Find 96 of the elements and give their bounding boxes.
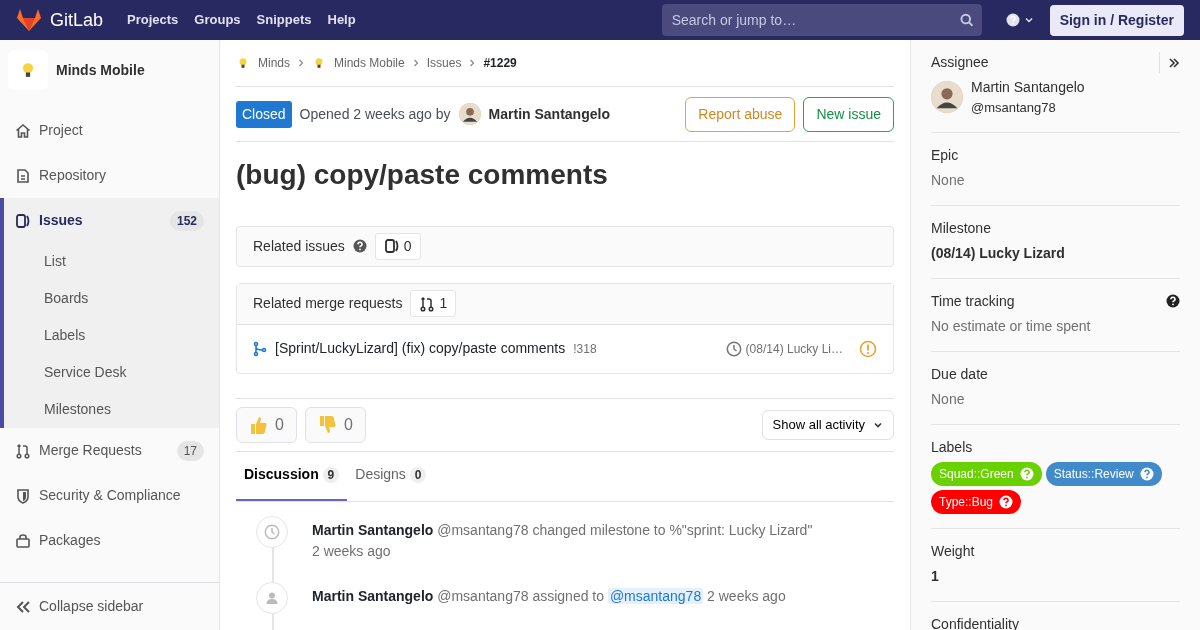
sidebar-subitem[interactable]: Service Desk <box>4 354 219 391</box>
tab[interactable]: Designs 0 <box>347 451 435 501</box>
clock-icon <box>264 523 280 540</box>
logo-icon[interactable] <box>16 8 42 32</box>
sidebar-subitem[interactable]: List <box>4 243 219 280</box>
help-menu[interactable] <box>1005 13 1034 27</box>
chevron-icon <box>469 59 476 67</box>
assignee-username: @msantang78 <box>971 99 1057 117</box>
thumbs-up-button[interactable]: 0 <box>236 406 297 443</box>
expand-icon[interactable] <box>1168 57 1180 70</box>
avatar <box>458 103 481 125</box>
block-value: No estimate or time spent <box>931 316 1092 336</box>
sidebar-subitem[interactable]: Milestones <box>4 391 219 428</box>
breadcrumb-link[interactable]: #1229 <box>483 54 517 72</box>
merge-request-icon <box>419 295 436 312</box>
block-title: Assignee <box>931 53 989 72</box>
block-title: Weight <box>931 541 976 561</box>
sidebar-item[interactable]: Security & Compliance <box>0 473 219 518</box>
count-badge: 152 <box>169 210 204 231</box>
new-issue-button[interactable]: New issue <box>803 96 894 132</box>
clock-icon <box>725 340 742 357</box>
block-value: 1 <box>931 566 940 586</box>
help-icon <box>1019 466 1034 481</box>
sidebar-item[interactable]: Issues 152 <box>4 198 219 243</box>
thumbs-down-button[interactable]: 0 <box>304 406 366 443</box>
issue-count[interactable]: 0 <box>374 232 421 260</box>
block-value: None <box>931 389 966 409</box>
block-title: Time tracking <box>931 291 1015 311</box>
thumbs-up-icon <box>249 414 267 435</box>
warning-icon <box>859 339 877 358</box>
panel-title: Related merge requests <box>253 294 403 314</box>
timestamp: 2 weeks ago <box>312 541 392 561</box>
sidebar-subitem[interactable]: Boards <box>4 280 219 317</box>
help-icon <box>1005 13 1020 27</box>
sidebar-item[interactable]: Merge Requests 17 <box>0 428 219 473</box>
search-icon <box>960 13 974 27</box>
status-badge: Closed <box>236 100 292 128</box>
person-icon <box>265 590 279 605</box>
brand-name[interactable]: GitLab <box>50 6 104 34</box>
merge-icon <box>253 340 267 357</box>
nav-link[interactable]: Snippets <box>256 10 312 30</box>
merge-request-icon <box>15 442 31 459</box>
project-name[interactable]: Minds Mobile <box>56 59 145 81</box>
document-icon <box>15 167 31 184</box>
help-icon <box>352 239 367 254</box>
sidebar-subitem[interactable]: Labels <box>4 317 219 354</box>
breadcrumb-link[interactable]: Minds Mobile <box>334 54 405 72</box>
assignee-name[interactable]: Martin Santangelo <box>971 77 1085 98</box>
chevron-icon <box>412 59 419 67</box>
panel-title: Related issues <box>253 236 345 256</box>
block-title: Epic <box>931 145 959 165</box>
nav-link[interactable]: Help <box>327 10 356 30</box>
activity-text: Martin Santangelo @msantang78 changed milestone to %"sprint: Lucky Lizard" <box>312 520 813 540</box>
home-icon <box>15 122 31 139</box>
sign-in-button[interactable]: Sign in / Register <box>1049 4 1184 36</box>
package-icon <box>15 532 31 549</box>
issue-icon <box>383 238 400 255</box>
breadcrumb-link[interactable]: Issues <box>426 54 462 72</box>
merge-request-ref: !318 <box>573 340 597 358</box>
milestone-text: (08/14) Lucky Li… <box>745 340 843 358</box>
label-tag[interactable]: Type::Bug <box>931 489 1022 514</box>
double-chevron-icon <box>15 599 31 614</box>
block-value: None <box>931 170 966 190</box>
search-field[interactable]: Search or jump to… <box>661 4 982 36</box>
label-tag[interactable]: Status::Review <box>1045 461 1162 486</box>
author-name[interactable]: Martin Santangelo <box>488 103 610 125</box>
opened-text: Opened 2 weeks ago by <box>299 104 451 124</box>
issue-title: (bug) copy/paste comments <box>236 158 609 192</box>
sidebar-item[interactable]: Packages <box>0 518 219 563</box>
avatar <box>931 81 963 114</box>
help-icon <box>1139 466 1154 481</box>
block-title: Due date <box>931 364 988 384</box>
merge-request-link[interactable]: [Sprint/LuckyLizard] (fix) copy/paste comments <box>275 338 566 360</box>
block-title: Labels <box>931 437 974 457</box>
tab[interactable]: Discussion 9 <box>236 451 348 501</box>
breadcrumb-link[interactable]: Minds <box>258 54 290 72</box>
help-icon <box>999 494 1014 509</box>
block-value: (08/14) Lucky Lizard <box>931 243 1066 263</box>
block-title: Milestone <box>931 218 991 238</box>
search-input[interactable]: Search or jump to… <box>669 8 961 32</box>
sidebar-item[interactable]: Repository <box>0 153 219 198</box>
issue-icon <box>15 212 31 229</box>
nav-link[interactable]: Projects <box>127 10 179 30</box>
mention-link[interactable]: @msantang78 <box>607 587 704 604</box>
shield-icon <box>15 487 31 504</box>
count-badge: 17 <box>176 440 204 461</box>
activity-filter-dropdown[interactable]: Show all activity <box>761 409 894 440</box>
nav-link[interactable]: Groups <box>194 10 241 30</box>
sidebar-item[interactable]: Project <box>0 108 219 153</box>
chevron-icon <box>298 59 304 67</box>
merge-request-count[interactable]: 1 <box>410 290 457 318</box>
caret-icon <box>1023 15 1034 25</box>
collapse-sidebar-link[interactable]: Collapse sidebar <box>0 582 219 630</box>
activity-text: Martin Santangelo @msantang78 assigned to @msantang78 2 weeks ago <box>312 586 786 606</box>
thumbs-down-icon <box>317 414 336 435</box>
help-icon <box>1166 294 1180 308</box>
